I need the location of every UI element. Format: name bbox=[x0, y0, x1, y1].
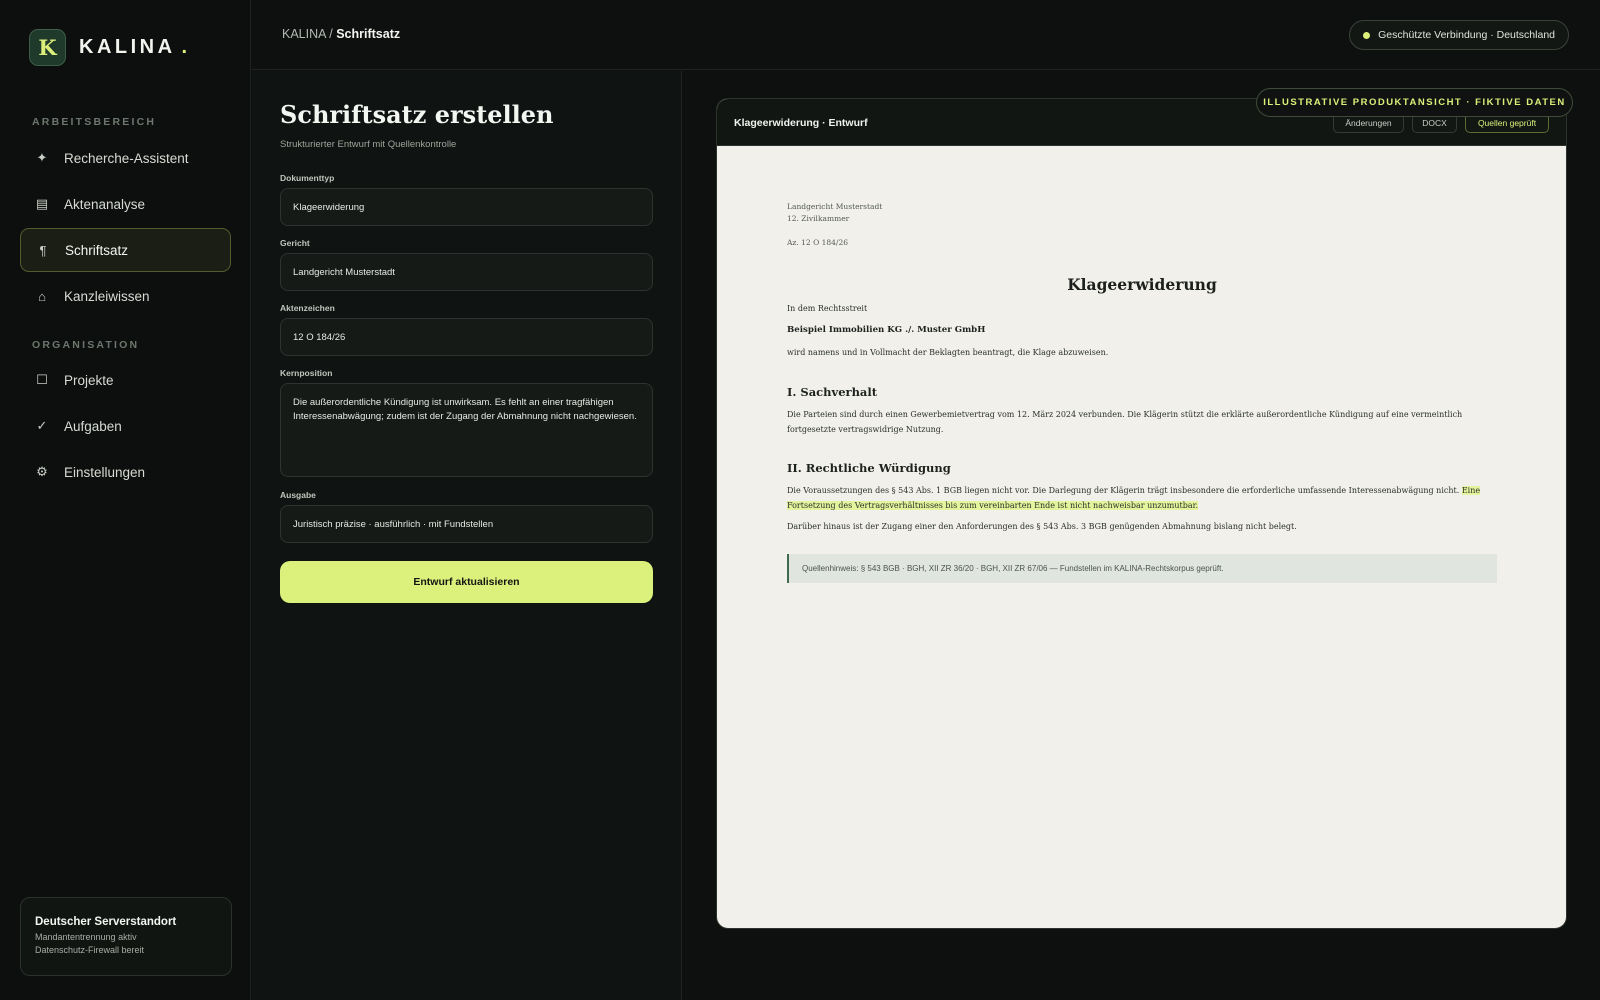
gear-icon: ⚙ bbox=[36, 464, 48, 479]
topbar: KALINA / Schriftsatz Geschützte Verbindu… bbox=[252, 0, 1600, 70]
brand-name: KALINA bbox=[79, 36, 176, 58]
connection-status-text: Geschützte Verbindung · Deutschland bbox=[1378, 29, 1555, 41]
doc-parties: Beispiel Immobilien KG ./. Muster GmbH bbox=[787, 325, 986, 335]
doctype-field[interactable]: Klageerwiderung bbox=[280, 188, 653, 226]
status-dot-icon bbox=[1363, 32, 1371, 39]
doc-file-ref: Az. 12 O 184/26 bbox=[787, 238, 848, 247]
file-number-label: Aktenzeichen bbox=[280, 303, 335, 313]
sidebar-item-label: Kanzleiwissen bbox=[64, 288, 150, 304]
sidebar-item-projekte[interactable]: ☐ Projekte bbox=[20, 358, 231, 402]
nav-section-workspace: ARBEITSBEREICH bbox=[32, 116, 157, 128]
brand-dot: . bbox=[181, 36, 188, 58]
server-card-line: Datenschutz-Firewall bereit bbox=[35, 945, 145, 955]
sidebar-item-aufgaben[interactable]: ✓ Aufgaben bbox=[20, 404, 231, 448]
breadcrumb-separator: / bbox=[325, 27, 337, 41]
update-draft-button[interactable]: Entwurf aktualisieren bbox=[280, 561, 653, 603]
court-field[interactable]: Landgericht Musterstadt bbox=[280, 253, 653, 291]
brand[interactable]: K KALINA . bbox=[29, 29, 187, 66]
sidebar-item-einstellungen[interactable]: ⚙ Einstellungen bbox=[20, 450, 231, 494]
document-list-icon: ▤ bbox=[35, 196, 49, 211]
document-preview-card: Klageerwiderung · Entwurf Änderungen DOC… bbox=[716, 98, 1567, 929]
check-icon: ✓ bbox=[36, 418, 48, 433]
square-icon: ☐ bbox=[36, 372, 48, 387]
connection-status-badge: Geschützte Verbindung · Deutschland bbox=[1349, 20, 1569, 50]
pilcrow-icon: ¶ bbox=[39, 242, 47, 258]
sidebar-item-label: Recherche-Assistent bbox=[64, 150, 189, 166]
form-panel: Schriftsatz erstellen Strukturierter Ent… bbox=[252, 71, 682, 1000]
server-location-card: Deutscher Serverstandort Mandantentrennu… bbox=[20, 897, 232, 976]
sidebar-item-label: Projekte bbox=[64, 372, 114, 388]
doc-section2-heading: II. Rechtliche Würdigung bbox=[787, 461, 951, 475]
sidebar-item-kanzleiwissen[interactable]: ⌂ Kanzleiwissen bbox=[20, 274, 231, 318]
sparkle-icon: ✦ bbox=[36, 150, 48, 165]
document-header-title: Klageerwiderung · Entwurf bbox=[734, 117, 868, 129]
sidebar: K KALINA . ARBEITSBEREICH ✦ Recherche-As… bbox=[0, 0, 251, 1000]
doc-section2-paragraph: Die Voraussetzungen des § 543 Abs. 1 BGB… bbox=[787, 483, 1487, 513]
doc-court: Landgericht Musterstadt bbox=[787, 202, 883, 211]
output-label: Ausgabe bbox=[280, 490, 316, 500]
sidebar-item-schriftsatz[interactable]: ¶ Schriftsatz bbox=[20, 228, 231, 272]
page-subtitle: Strukturierter Entwurf mit Quellenkontro… bbox=[280, 139, 457, 150]
breadcrumb-current: Schriftsatz bbox=[336, 27, 401, 41]
doc-section1-heading: I. Sachverhalt bbox=[787, 385, 878, 399]
doctype-label: Dokumenttyp bbox=[280, 173, 335, 183]
output-field[interactable]: Juristisch präzise · ausführlich · mit F… bbox=[280, 505, 653, 543]
doc-section2-text: Die Voraussetzungen des § 543 Abs. 1 BGB… bbox=[787, 486, 1460, 495]
sidebar-item-label: Aufgaben bbox=[64, 418, 122, 434]
file-number-field[interactable]: 12 O 184/26 bbox=[280, 318, 653, 356]
doc-title: Klageerwiderung bbox=[1067, 275, 1217, 294]
sidebar-item-label: Schriftsatz bbox=[65, 242, 129, 258]
server-card-line: Mandantentrennung aktiv bbox=[35, 932, 137, 942]
doc-section2-text2: Darüber hinaus ist der Zugang einer den … bbox=[787, 522, 1297, 531]
brand-logo: K bbox=[29, 29, 66, 66]
home-icon: ⌂ bbox=[38, 288, 46, 304]
court-label: Gericht bbox=[280, 238, 310, 248]
breadcrumb-root[interactable]: KALINA bbox=[282, 27, 326, 41]
sidebar-item-recherche-assistent[interactable]: ✦ Recherche-Assistent bbox=[20, 136, 231, 180]
doc-intro: In dem Rechtsstreit bbox=[787, 304, 868, 313]
doc-motion: wird namens und in Vollmacht der Beklagt… bbox=[787, 348, 1109, 357]
core-position-label: Kernposition bbox=[280, 368, 333, 378]
server-card-title: Deutscher Serverstandort bbox=[35, 916, 177, 928]
preview-area: Klageerwiderung · Entwurf Änderungen DOC… bbox=[683, 71, 1600, 1000]
nav-section-organisation: ORGANISATION bbox=[32, 339, 140, 351]
doc-chamber: 12. Zivilkammer bbox=[787, 214, 850, 223]
sidebar-item-aktenanalyse[interactable]: ▤ Aktenanalyse bbox=[20, 182, 231, 226]
page-title: Schriftsatz erstellen bbox=[280, 100, 554, 129]
illustrative-badge: ILLUSTRATIVE PRODUKTANSICHT · FIKTIVE DA… bbox=[1256, 88, 1573, 117]
sidebar-item-label: Aktenanalyse bbox=[64, 196, 146, 212]
core-position-textarea[interactable]: Die außerordentliche Kündigung ist unwir… bbox=[280, 383, 653, 477]
source-note: Quellenhinweis: § 543 BGB · BGH, XII ZR … bbox=[787, 554, 1497, 583]
doc-section1-text: Die Parteien sind durch einen Gewerbemie… bbox=[787, 410, 1463, 434]
breadcrumb: KALINA / Schriftsatz bbox=[282, 27, 400, 41]
sidebar-item-label: Einstellungen bbox=[64, 464, 146, 480]
